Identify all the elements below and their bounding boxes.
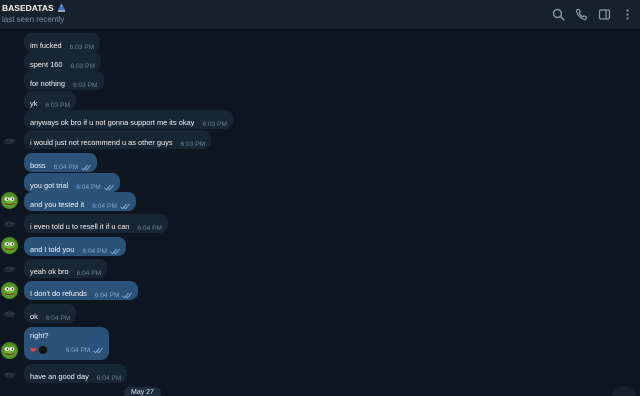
double-check-icon xyxy=(110,248,120,255)
reaction-avatar xyxy=(37,345,48,355)
message-list[interactable]: im fucked 6:03 PM spent 160 6:03 PM for no… xyxy=(0,30,640,396)
message-text: anyways ok bro if u not gonna support me… xyxy=(30,117,195,127)
message-incoming[interactable]: anyways ok bro if u not gonna support me… xyxy=(24,110,233,129)
double-check-icon xyxy=(122,292,133,299)
message-incoming[interactable]: i would just not recommend u as other gu… xyxy=(24,130,212,149)
chat-title-text: BASEDATAS xyxy=(2,3,54,13)
phone-icon[interactable] xyxy=(575,8,588,21)
avatar[interactable] xyxy=(1,366,18,383)
avatar[interactable] xyxy=(1,260,18,277)
message-outgoing[interactable]: you got trial 6:04 PM xyxy=(24,173,120,192)
message-text: right? xyxy=(30,331,49,340)
message-text: for nothing xyxy=(30,78,65,88)
wizard-emoji-icon xyxy=(57,3,66,13)
message-time: 6:03 PM xyxy=(180,141,206,148)
chat-header: BASEDATAS last seen recently xyxy=(0,0,640,30)
avatar[interactable] xyxy=(1,237,18,254)
message-outgoing[interactable]: I don't do refunds 6:04 PM xyxy=(24,281,139,300)
chat-status: last seen recently xyxy=(2,15,65,24)
message-incoming[interactable]: for nothing 6:03 PM xyxy=(24,71,104,90)
avatar[interactable] xyxy=(1,215,18,232)
message-outgoing[interactable]: boss 6:04 PM xyxy=(24,153,98,172)
message-incoming[interactable]: yk 6:03 PM xyxy=(24,91,76,110)
chat-title: BASEDATAS xyxy=(2,3,66,13)
double-check-icon xyxy=(119,203,130,210)
message-time: 6:04 PM xyxy=(94,292,120,299)
avatar[interactable] xyxy=(1,282,18,299)
message-incoming[interactable]: have an good day 6:04 PM xyxy=(24,364,128,383)
avatar[interactable] xyxy=(1,192,18,209)
message-text: and I told you xyxy=(30,244,75,254)
more-vertical-icon[interactable] xyxy=(621,8,634,21)
message-text: boss xyxy=(30,160,46,170)
message-text: i even told u to resell it if u can xyxy=(30,221,130,231)
double-check-icon xyxy=(81,164,92,171)
heart-reaction-icon[interactable]: ❤ xyxy=(30,346,37,355)
search-icon[interactable] xyxy=(552,8,565,21)
message-text: ok xyxy=(30,311,38,321)
message-incoming[interactable]: i even told u to resell it if u can 6:04 … xyxy=(24,214,168,233)
message-outgoing[interactable]: and you tested it 6:04 PM xyxy=(24,192,136,211)
avatar[interactable] xyxy=(1,305,18,322)
message-time: 6:04 PM xyxy=(65,346,91,354)
header-actions xyxy=(552,8,634,21)
message-incoming[interactable]: spent 160 6:03 PM xyxy=(24,52,102,71)
avatar[interactable] xyxy=(1,132,18,149)
message-incoming[interactable]: ok 6:04 PM xyxy=(24,304,77,323)
message-text: I don't do refunds xyxy=(30,288,87,298)
message-time: 6:03 PM xyxy=(72,82,98,89)
sidebar-toggle-icon[interactable] xyxy=(598,8,611,21)
double-check-icon xyxy=(93,347,104,354)
message-outgoing[interactable]: and I told you 6:04 PM xyxy=(24,237,126,256)
chat-title-area[interactable]: BASEDATAS last seen recently xyxy=(2,3,66,24)
message-outgoing[interactable]: right? ❤ 6:04 PM xyxy=(24,327,110,360)
message-text: and you tested it xyxy=(30,199,85,209)
message-incoming[interactable]: yeah ok bro 6:04 PM xyxy=(24,259,108,278)
message-text: have an good day xyxy=(30,371,89,381)
avatar[interactable] xyxy=(1,342,18,359)
message-time: 6:04 PM xyxy=(45,315,71,322)
message-incoming[interactable]: im fucked 6:03 PM xyxy=(24,33,101,52)
message-time: 6:04 PM xyxy=(96,375,122,382)
message-time: 6:04 PM xyxy=(137,225,162,232)
scroll-down-button[interactable] xyxy=(612,386,636,396)
message-text: i would just not recommend u as other gu… xyxy=(30,137,173,147)
date-divider: May 27 xyxy=(124,387,161,396)
double-check-icon xyxy=(103,184,114,191)
message-text: yeah ok bro xyxy=(30,266,69,276)
